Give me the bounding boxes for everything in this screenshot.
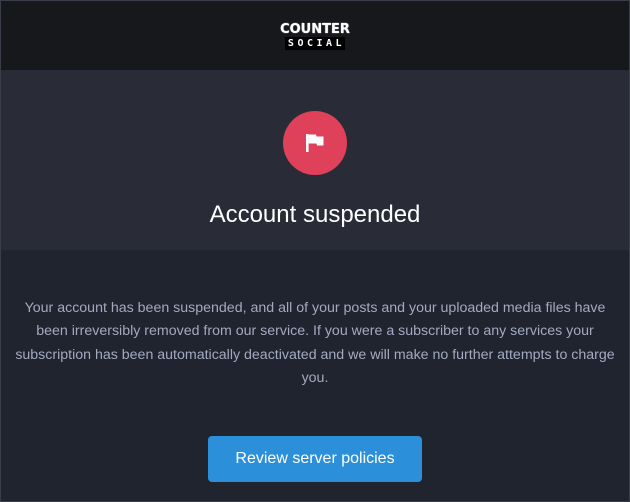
suspension-message: Your account has been suspended, and all… [15, 300, 615, 386]
hero-panel: Account suspended [1, 70, 629, 250]
counter-social-logo[interactable]: COUNTER SOCIAL [280, 23, 350, 50]
flag-icon [306, 134, 324, 152]
flag-badge [283, 111, 347, 175]
top-bar: COUNTER SOCIAL [1, 1, 629, 70]
review-server-policies-button[interactable]: Review server policies [208, 436, 422, 483]
logo-wordmark-bottom: SOCIAL [284, 36, 346, 50]
page-title: Account suspended [209, 201, 421, 228]
main-content: Your account has been suspended, and all… [1, 250, 629, 483]
suspended-page: COUNTER SOCIAL Account suspended Your ac… [0, 0, 630, 502]
logo-wordmark-top: COUNTER [280, 21, 350, 37]
